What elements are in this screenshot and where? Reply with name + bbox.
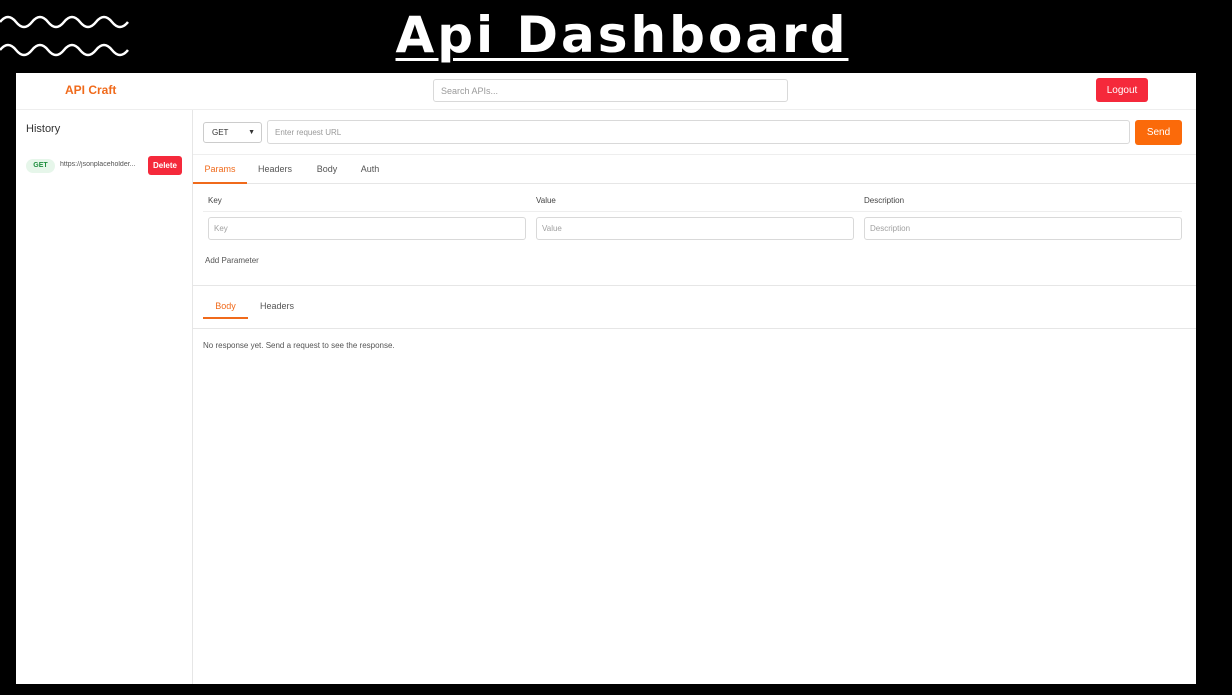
- response-tabs: Body Headers: [193, 296, 1196, 329]
- app-window: API Craft Logout History GET https://jso…: [16, 73, 1196, 684]
- history-url: https://jsonplaceholder...: [60, 161, 136, 168]
- response-tab-body[interactable]: Body: [203, 296, 248, 319]
- param-key-input[interactable]: [208, 217, 526, 240]
- tab-headers[interactable]: Headers: [253, 156, 297, 184]
- banner: Api Dashboard: [0, 0, 1232, 72]
- method-select-value: GET: [212, 128, 229, 137]
- request-bar: GET ▼ Send: [193, 110, 1196, 155]
- history-title: History: [26, 123, 61, 135]
- url-input[interactable]: [267, 120, 1130, 144]
- add-parameter-button[interactable]: Add Parameter: [205, 256, 259, 265]
- brand-logo[interactable]: API Craft: [65, 83, 116, 97]
- response-tab-headers[interactable]: Headers: [256, 296, 298, 319]
- tab-auth[interactable]: Auth: [355, 156, 385, 184]
- history-sidebar: History GET https://jsonplaceholder... D…: [16, 110, 193, 684]
- history-item[interactable]: GET https://jsonplaceholder... Delete: [24, 155, 184, 177]
- top-nav: API Craft Logout: [16, 73, 1196, 110]
- request-tabs: Params Headers Body Auth: [193, 156, 1196, 184]
- main-panel: GET ▼ Send Params Headers Body Auth Key …: [193, 110, 1196, 684]
- response-empty-message: No response yet. Send a request to see t…: [203, 341, 395, 350]
- banner-title: Api Dashboard: [395, 6, 849, 64]
- delete-button[interactable]: Delete: [148, 156, 182, 175]
- section-divider: [193, 285, 1196, 286]
- params-table-header: Key Value Description: [203, 194, 1182, 212]
- logout-button[interactable]: Logout: [1096, 78, 1148, 102]
- chevron-down-icon: ▼: [248, 129, 255, 136]
- search-input[interactable]: [433, 79, 788, 102]
- column-header-description: Description: [864, 196, 905, 205]
- tab-params[interactable]: Params: [193, 156, 247, 184]
- param-value-input[interactable]: [536, 217, 854, 240]
- send-button[interactable]: Send: [1135, 120, 1182, 145]
- method-badge: GET: [26, 159, 55, 173]
- tab-body[interactable]: Body: [311, 156, 343, 184]
- param-description-input[interactable]: [864, 217, 1182, 240]
- column-header-value: Value: [536, 196, 556, 205]
- method-select[interactable]: GET ▼: [203, 122, 262, 143]
- column-header-key: Key: [208, 196, 222, 205]
